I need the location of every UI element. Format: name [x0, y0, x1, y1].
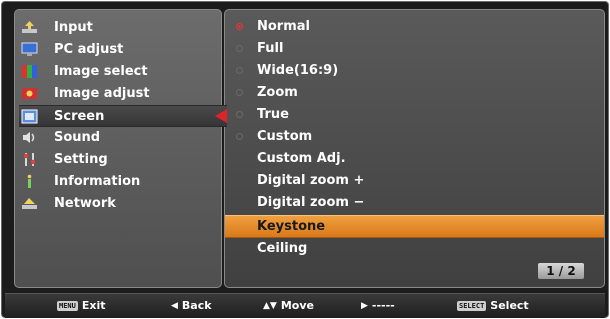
option-label: Digital zoom + — [257, 173, 365, 188]
pc-adjust-icon — [21, 42, 38, 56]
option-true[interactable]: True — [225, 104, 604, 125]
page-indicator: 1 / 2 — [538, 263, 584, 279]
option-wide[interactable]: Wide(16:9) — [225, 60, 604, 81]
option-label: Digital zoom − — [257, 195, 365, 210]
hint-exit: MENU Exit — [57, 299, 106, 312]
menu-label: Input — [54, 19, 93, 35]
menu-item-input[interactable]: Input — [19, 17, 219, 37]
hint-label: ----- — [371, 299, 395, 312]
sound-icon — [23, 131, 35, 143]
menu-label: Information — [54, 173, 141, 189]
network-icon — [22, 197, 37, 209]
radio-icon — [236, 89, 243, 96]
option-ceiling[interactable]: Ceiling — [225, 238, 604, 259]
option-custom-adj[interactable]: Custom Adj. — [225, 148, 604, 169]
menu-item-image-select[interactable]: Image select — [19, 61, 219, 81]
option-label: Zoom — [257, 85, 298, 100]
main-menu-panel: Input PC adjust Image select Image adjus… — [14, 9, 227, 288]
menu-item-image-adjust[interactable]: Image adjust — [19, 83, 219, 103]
projector-osd: Input PC adjust Image select Image adjus… — [1, 1, 609, 318]
option-label: Keystone — [257, 219, 326, 234]
setting-icon — [23, 152, 36, 166]
hint-label: Exit — [81, 299, 106, 312]
menu-item-pc-adjust[interactable]: PC adjust — [19, 39, 219, 59]
option-label: Custom Adj. — [257, 151, 346, 166]
menu-label: Screen — [54, 108, 105, 124]
screen-icon — [21, 109, 38, 123]
menu-label: Network — [54, 195, 116, 211]
menu-item-sound[interactable]: Sound — [19, 127, 219, 147]
menu-label: Sound — [54, 129, 101, 145]
menu-label: Setting — [54, 151, 108, 167]
menu-key-icon: MENU — [57, 300, 78, 311]
image-adjust-icon — [22, 87, 37, 99]
option-digital-zoom-plus[interactable]: Digital zoom + — [225, 170, 604, 191]
radio-icon — [236, 45, 243, 52]
option-label: Custom — [257, 129, 313, 144]
option-label: Normal — [257, 19, 310, 34]
option-label: Ceiling — [257, 241, 308, 256]
hint-back: ◀ Back — [171, 299, 212, 312]
option-zoom[interactable]: Zoom — [225, 82, 604, 103]
option-full[interactable]: Full — [225, 38, 604, 59]
image-select-icon — [22, 64, 37, 78]
radio-icon — [236, 111, 243, 118]
hint-move: ▲▼ Move — [263, 299, 314, 312]
screen-submenu-panel: Normal Full Wide(16:9) Zoom True Custom … — [224, 9, 605, 288]
menu-item-setting[interactable]: Setting — [19, 149, 219, 169]
up-down-arrows-icon: ▲▼ — [263, 300, 277, 311]
option-label: Wide(16:9) — [257, 63, 339, 78]
hint-label: Move — [280, 299, 314, 312]
bottom-help-bar: MENU Exit ◀ Back ▲▼ Move ▶ ----- SELECT … — [5, 293, 605, 318]
selected-arrow-icon — [215, 109, 227, 123]
option-normal[interactable]: Normal — [225, 16, 604, 37]
menu-label: Image select — [54, 63, 148, 79]
menu-item-screen[interactable]: Screen — [19, 105, 227, 127]
menu-label: PC adjust — [54, 41, 124, 57]
select-key-icon: SELECT — [457, 300, 487, 311]
hint-select: SELECT Select — [457, 299, 529, 312]
radio-icon — [236, 133, 243, 140]
triangle-right-icon: ▶ — [361, 300, 368, 311]
option-label: Full — [257, 41, 284, 56]
menu-label: Image adjust — [54, 85, 150, 101]
hint-next: ▶ ----- — [361, 299, 395, 312]
information-icon — [27, 174, 32, 188]
radio-selected-icon — [236, 23, 243, 30]
hint-label: Back — [181, 299, 212, 312]
option-label: True — [257, 107, 289, 122]
triangle-left-icon: ◀ — [171, 300, 178, 311]
input-icon — [22, 20, 37, 33]
option-custom[interactable]: Custom — [225, 126, 604, 147]
menu-item-information[interactable]: Information — [19, 171, 219, 191]
option-digital-zoom-minus[interactable]: Digital zoom − — [225, 192, 604, 213]
menu-item-network[interactable]: Network — [19, 193, 219, 213]
radio-icon — [236, 67, 243, 74]
hint-label: Select — [490, 299, 529, 312]
option-keystone[interactable]: Keystone — [225, 215, 604, 238]
